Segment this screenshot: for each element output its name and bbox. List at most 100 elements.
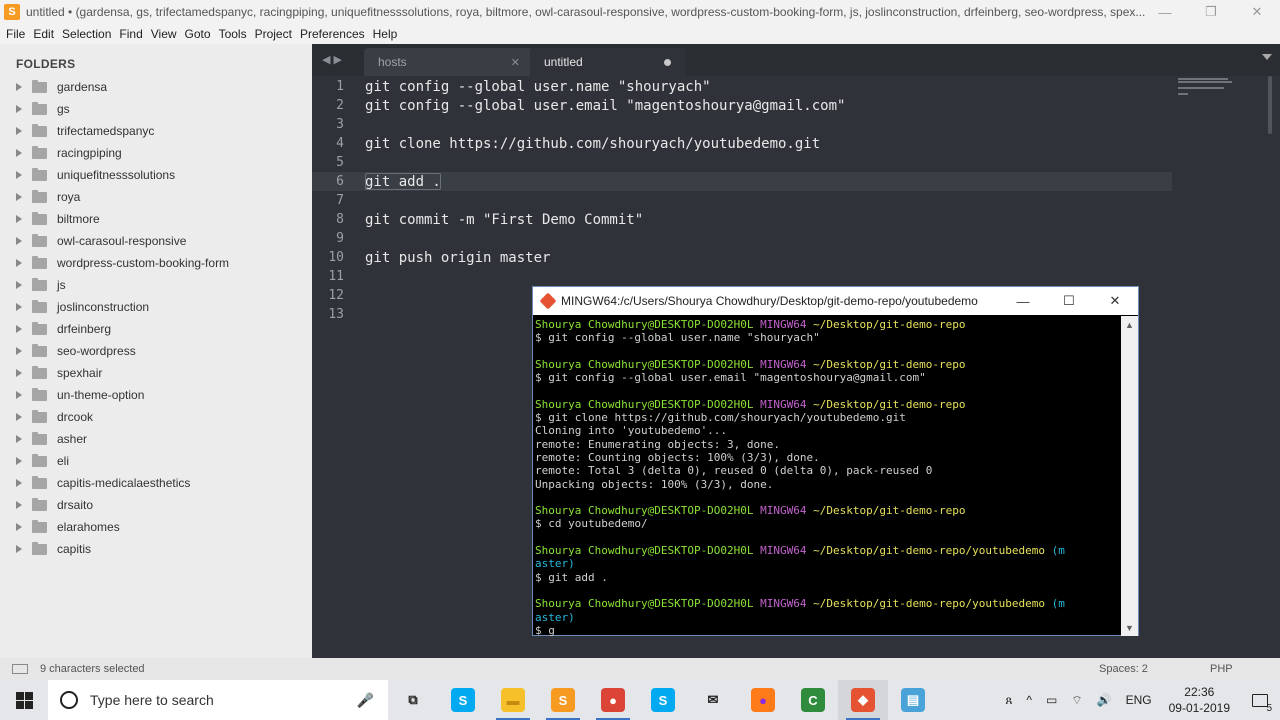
taskbar-file-explorer[interactable]: ▬ — [488, 680, 538, 720]
people-icon[interactable]: ጸ — [998, 693, 1019, 708]
taskbar-mail[interactable]: ✉ — [688, 680, 738, 720]
menu-project[interactable]: Project — [251, 27, 296, 41]
expand-arrow-icon[interactable] — [16, 303, 22, 311]
menu-tools[interactable]: Tools — [215, 27, 251, 41]
expand-arrow-icon[interactable] — [16, 193, 22, 201]
sidebar-folder-js[interactable]: js — [0, 274, 312, 296]
tab-close-icon[interactable]: ✕ — [511, 56, 520, 69]
code-line[interactable]: 9 — [312, 229, 1172, 248]
taskbar-chrome[interactable]: ● — [588, 680, 638, 720]
code-line[interactable]: 6 git add . — [312, 172, 1172, 191]
sidebar-folder-capitis[interactable]: capitis — [0, 538, 312, 560]
battery-icon[interactable]: ▭ — [1039, 693, 1064, 707]
sidebar-folder-trifectamedspanyc[interactable]: trifectamedspanyc — [0, 120, 312, 142]
menu-file[interactable]: File — [2, 27, 29, 41]
minimize-button[interactable]: — — [1142, 0, 1188, 24]
sidebar-folder-drsaito[interactable]: drsaito — [0, 494, 312, 516]
expand-arrow-icon[interactable] — [16, 215, 22, 223]
wifi-icon[interactable]: ⌔ — [1064, 693, 1089, 708]
expand-arrow-icon[interactable] — [16, 325, 22, 333]
expand-arrow-icon[interactable] — [16, 149, 22, 157]
code-line[interactable]: 8 git commit -m "First Demo Commit" — [312, 210, 1172, 229]
taskbar-firefox[interactable]: ● — [738, 680, 788, 720]
sidebar-folder-wordpress-custom-booking-form[interactable]: wordpress-custom-booking-form — [0, 252, 312, 274]
chevron-up-icon[interactable]: ^ — [1019, 693, 1039, 707]
tab-hosts[interactable]: hosts ✕ — [364, 48, 534, 76]
tab-untitled[interactable]: untitled — [530, 48, 685, 76]
expand-arrow-icon[interactable] — [16, 545, 22, 553]
panel-toggle-icon[interactable] — [12, 664, 28, 674]
volume-icon[interactable]: 🔊 — [1090, 693, 1119, 707]
expand-arrow-icon[interactable] — [16, 457, 22, 465]
indentation-status[interactable]: Spaces: 2 — [1099, 663, 1148, 675]
terminal-scrollbar[interactable]: ▲ ▼ — [1121, 316, 1138, 636]
taskbar-camtasia[interactable]: C — [788, 680, 838, 720]
sidebar-folder-seo-wordpress[interactable]: seo-wordpress — [0, 340, 312, 362]
minimap[interactable] — [1178, 78, 1234, 98]
clock[interactable]: 22:36 09-01-2019 — [1159, 684, 1240, 716]
action-center-button[interactable]: 5 — [1240, 680, 1280, 720]
code-line[interactable]: 5 — [312, 153, 1172, 172]
language-indicator[interactable]: ENG — [1119, 693, 1159, 707]
sidebar-folder-racingpiping[interactable]: racingpiping — [0, 142, 312, 164]
terminal-minimize-button[interactable]: — — [1000, 287, 1046, 315]
expand-arrow-icon[interactable] — [16, 501, 22, 509]
code-line[interactable]: 7 — [312, 191, 1172, 210]
sidebar-folder-asher[interactable]: asher — [0, 428, 312, 450]
expand-arrow-icon[interactable] — [16, 369, 22, 377]
code-line[interactable]: 1 git config --global user.name "shouryac… — [312, 77, 1172, 96]
menu-help[interactable]: Help — [369, 27, 402, 41]
microphone-icon[interactable]: 🎤 — [357, 692, 374, 709]
close-button[interactable]: ✕ — [1234, 0, 1280, 24]
sidebar-folder-gs[interactable]: gs — [0, 98, 312, 120]
expand-arrow-icon[interactable] — [16, 479, 22, 487]
terminal-close-button[interactable]: ✕ — [1092, 287, 1138, 315]
menu-find[interactable]: Find — [115, 27, 146, 41]
sidebar-folder-biltmore[interactable]: biltmore — [0, 208, 312, 230]
menu-view[interactable]: View — [147, 27, 181, 41]
expand-arrow-icon[interactable] — [16, 435, 22, 443]
expand-arrow-icon[interactable] — [16, 237, 22, 245]
code-line[interactable]: 4 git clone https://github.com/shouryach/… — [312, 134, 1172, 153]
expand-arrow-icon[interactable] — [16, 171, 22, 179]
terminal-maximize-button[interactable]: ☐ — [1046, 287, 1092, 315]
taskbar-notepad[interactable]: ▤ — [888, 680, 938, 720]
sidebar-folder-joslinconstruction[interactable]: joslinconstruction — [0, 296, 312, 318]
sidebar-folder-elarahomes[interactable]: elarahomes — [0, 516, 312, 538]
scroll-up-icon[interactable]: ▲ — [1121, 316, 1138, 333]
sidebar-folder-eli[interactable]: eli — [0, 450, 312, 472]
taskbar-git-bash[interactable]: ◆ — [838, 680, 888, 720]
menu-selection[interactable]: Selection — [58, 27, 115, 41]
sidebar-folder-spexhair[interactable]: spexhair — [0, 362, 312, 384]
taskbar-skype[interactable]: S — [438, 680, 488, 720]
start-button[interactable] — [0, 680, 48, 720]
maximize-button[interactable]: ❐ — [1188, 0, 1234, 24]
sidebar-folder-drcook[interactable]: drcook — [0, 406, 312, 428]
terminal-input-line[interactable]: $ g — [535, 624, 1121, 636]
code-line[interactable]: 11 — [312, 267, 1172, 286]
taskbar-skype-business[interactable]: S — [638, 680, 688, 720]
taskbar-sublime-text[interactable]: S — [538, 680, 588, 720]
editor-scrollbar[interactable] — [1268, 76, 1272, 134]
sidebar-folder-owl-carasoul-responsive[interactable]: owl-carasoul-responsive — [0, 230, 312, 252]
terminal-title-bar[interactable]: MINGW64:/c/Users/Shourya Chowdhury/Deskt… — [533, 287, 1138, 315]
sidebar-folder-gardensa[interactable]: gardensa — [0, 76, 312, 98]
sidebar-folder-capitis-medicalaesthetics[interactable]: capitis-medicalaesthetics — [0, 472, 312, 494]
taskbar-task-view[interactable]: ⧉ — [388, 680, 438, 720]
expand-arrow-icon[interactable] — [16, 413, 22, 421]
scroll-down-icon[interactable]: ▼ — [1121, 619, 1138, 636]
expand-arrow-icon[interactable] — [16, 127, 22, 135]
menu-edit[interactable]: Edit — [29, 27, 58, 41]
sidebar-folder-un-theme-option[interactable]: un-theme-option — [0, 384, 312, 406]
terminal-window[interactable]: MINGW64:/c/Users/Shourya Chowdhury/Deskt… — [532, 286, 1139, 636]
expand-arrow-icon[interactable] — [16, 523, 22, 531]
menu-preferences[interactable]: Preferences — [296, 27, 369, 41]
taskbar-search[interactable]: Type here to search 🎤 — [48, 680, 388, 720]
code-line[interactable]: 10 git push origin master — [312, 248, 1172, 267]
sidebar-folder-uniquefitnesssolutions[interactable]: uniquefitnesssolutions — [0, 164, 312, 186]
syntax-status[interactable]: PHP — [1210, 663, 1233, 675]
expand-arrow-icon[interactable] — [16, 105, 22, 113]
expand-arrow-icon[interactable] — [16, 391, 22, 399]
expand-arrow-icon[interactable] — [16, 281, 22, 289]
tab-dropdown-icon[interactable] — [1262, 54, 1272, 60]
